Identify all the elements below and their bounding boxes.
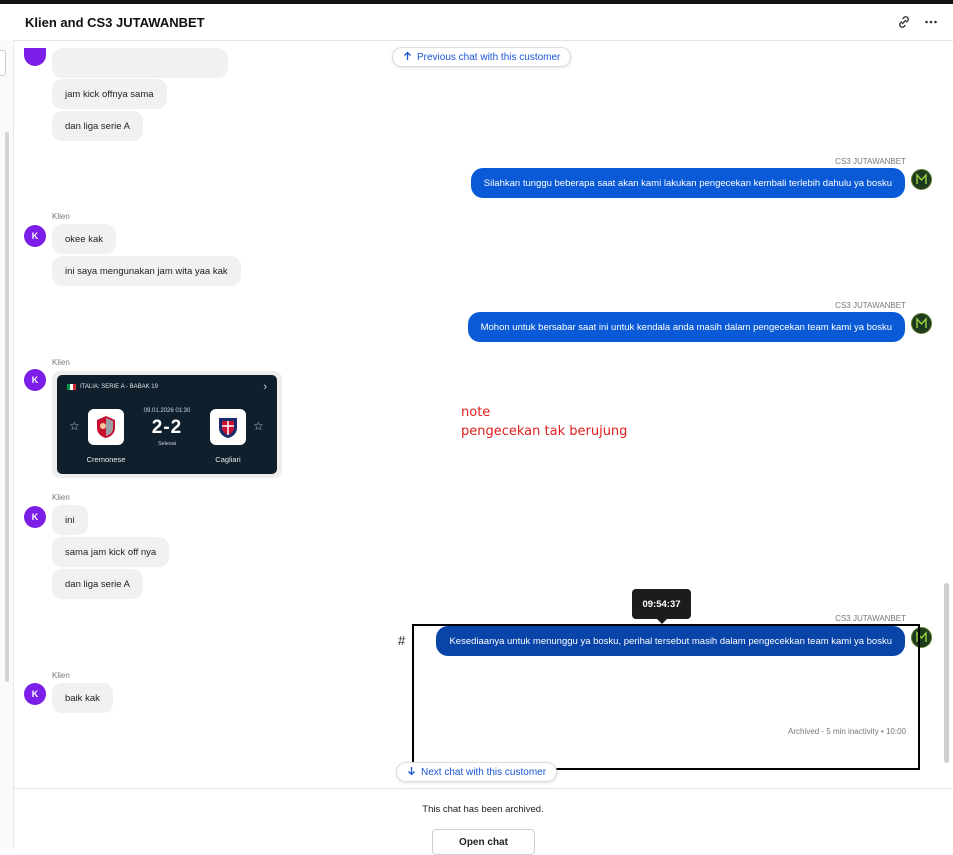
customer-message-partial: [52, 48, 228, 78]
league-name: ITALIA: SERIE A - BABAK 19: [80, 384, 158, 390]
agent-sender-name: CS3 JUTAWANBET: [835, 157, 906, 166]
agent-avatar: [911, 313, 932, 334]
agent-avatar: [911, 169, 932, 190]
chat-title: Klien and CS3 JUTAWANBET: [25, 15, 205, 30]
open-chat-button[interactable]: Open chat: [432, 829, 535, 855]
previous-chat-button[interactable]: Previous chat with this customer: [392, 47, 572, 67]
note-text: pengecekan tak berujung: [461, 424, 628, 439]
link-icon[interactable]: [895, 13, 913, 31]
customer-avatar: K: [24, 369, 46, 391]
italy-flag-icon: [67, 384, 76, 390]
highlight-box: [412, 624, 920, 770]
customer-message: sama jam kick off nya: [52, 537, 170, 567]
customer-message: jam kick offnya sama: [52, 79, 167, 109]
archived-status: This chat has been archived.: [422, 804, 544, 815]
star-icon: ☆: [253, 419, 264, 433]
cagliari-crest-icon: [210, 409, 246, 445]
timestamp-tooltip: 09:54:37: [632, 589, 691, 624]
away-team-name: Cagliari: [215, 455, 241, 464]
arrow-up-icon: [403, 51, 412, 64]
note-title: note: [461, 405, 491, 420]
customer-message: baik kak: [52, 683, 113, 713]
customer-sender-name: Klien: [52, 212, 70, 221]
next-chat-label: Next chat with this customer: [421, 766, 547, 778]
customer-message: dan liga serie A: [52, 111, 143, 141]
customer-avatar: K: [24, 506, 46, 528]
footer-divider: [13, 788, 953, 789]
customer-message: ini saya mengunakan jam wita yaa kak: [52, 256, 241, 286]
message-scrollbar-thumb[interactable]: [944, 583, 949, 763]
customer-message: okee kak: [52, 224, 117, 254]
agent-sender-name: CS3 JUTAWANBET: [835, 301, 906, 310]
more-horizontal-icon[interactable]: [922, 13, 940, 31]
chevron-right-icon: ›: [263, 381, 267, 393]
customer-sender-name: Klien: [52, 358, 70, 367]
customer-avatar: [24, 48, 46, 66]
next-chat-button[interactable]: Next chat with this customer: [396, 762, 558, 782]
league-header: ITALIA: SERIE A - BABAK 19: [67, 384, 158, 390]
arrow-down-icon: [407, 766, 416, 779]
match-score-card: ITALIA: SERIE A - BABAK 19 › ☆ Cremonese…: [57, 375, 277, 474]
agent-sender-name: CS3 JUTAWANBET: [835, 614, 906, 623]
agent-message: Mohon untuk bersabar saat ini untuk kend…: [467, 312, 905, 342]
agent-message: Silahkan tunggu beberapa saat akan kami …: [470, 168, 905, 198]
image-attachment[interactable]: ITALIA: SERIE A - BABAK 19 › ☆ Cremonese…: [52, 371, 282, 478]
hash-mark: #: [398, 633, 406, 648]
customer-avatar: K: [24, 225, 46, 247]
left-rail: [0, 40, 14, 849]
previous-chat-label: Previous chat with this customer: [417, 51, 561, 63]
left-scrollbar-thumb[interactable]: [5, 132, 9, 682]
customer-sender-name: Klien: [52, 493, 70, 502]
annotation-note: note pengecekan tak berujung: [461, 403, 627, 441]
customer-message: ini: [52, 505, 88, 535]
customer-sender-name: Klien: [52, 671, 70, 680]
customer-avatar: K: [24, 683, 46, 705]
chat-header: Klien and CS3 JUTAWANBET: [13, 4, 953, 41]
panel-toggle[interactable]: [0, 50, 6, 76]
customer-message: dan liga serie A: [52, 569, 143, 599]
home-team-name: Cremonese: [86, 455, 126, 464]
